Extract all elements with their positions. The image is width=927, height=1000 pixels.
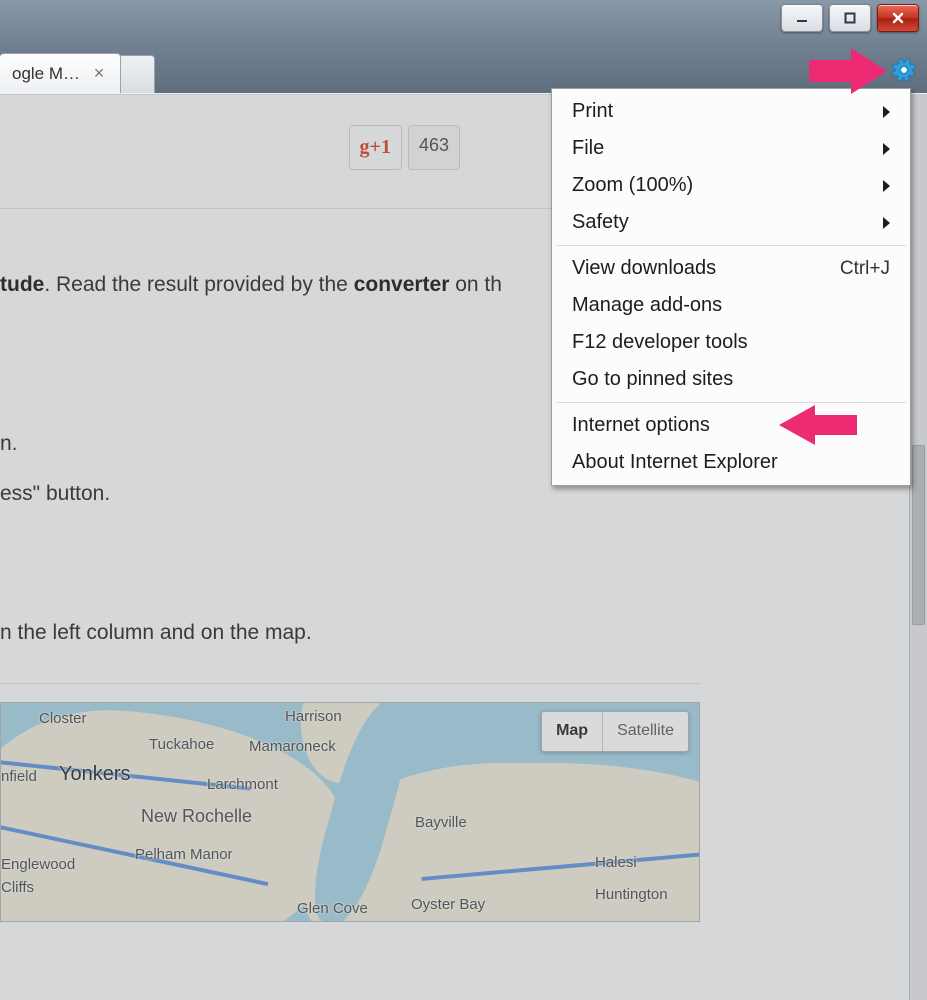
- map-label: Glen Cove: [297, 897, 368, 920]
- new-tab-button[interactable]: [121, 55, 155, 93]
- map-label: Pelham Manor: [135, 843, 233, 866]
- map-label: New Rochelle: [141, 803, 252, 831]
- divider: [0, 683, 700, 684]
- menu-item-shortcut: Ctrl+J: [840, 258, 890, 280]
- menu-item-label: Go to pinned sites: [572, 368, 733, 391]
- annotation-arrow-options: [779, 405, 857, 450]
- menu-item-label: Safety: [572, 211, 629, 234]
- chevron-right-icon: [883, 180, 890, 192]
- tab-title: ogle M…: [12, 64, 80, 84]
- chevron-right-icon: [883, 143, 890, 155]
- menu-pinned-sites[interactable]: Go to pinned sites: [554, 361, 908, 398]
- map-label: Larchmont: [207, 773, 278, 796]
- embedded-map[interactable]: Closter Harrison Tuckahoe Mamaroneck Yon…: [0, 702, 700, 922]
- map-label: Englewood Cliffs: [1, 853, 75, 900]
- map-type-control: Map Satellite: [541, 711, 689, 752]
- bold-fragment: converter: [354, 273, 450, 296]
- map-type-map[interactable]: Map: [542, 712, 602, 751]
- menu-item-label: Print: [572, 100, 613, 123]
- map-type-satellite[interactable]: Satellite: [602, 712, 688, 751]
- menu-item-label: About Internet Explorer: [572, 451, 778, 474]
- chevron-right-icon: [883, 106, 890, 118]
- map-label: Halesi: [595, 851, 637, 874]
- map-label: Harrison: [285, 705, 342, 728]
- menu-file[interactable]: File: [554, 130, 908, 167]
- menu-item-label: Manage add-ons: [572, 294, 722, 317]
- chevron-right-icon: [883, 217, 890, 229]
- tab-close-icon[interactable]: ×: [90, 63, 108, 84]
- annotation-arrow-gear: [809, 48, 887, 99]
- bold-fragment: tude: [0, 273, 44, 296]
- menu-zoom[interactable]: Zoom (100%): [554, 167, 908, 204]
- browser-tab[interactable]: ogle M… ×: [0, 53, 121, 93]
- tools-menu: Print File Zoom (100%) Safety View downl…: [551, 88, 911, 486]
- map-label: nfield: [1, 765, 37, 788]
- gplus-button[interactable]: g+1: [349, 125, 402, 170]
- map-label: Oyster Bay: [411, 893, 485, 916]
- menu-item-label: File: [572, 137, 604, 160]
- tab-bar: ogle M… ×: [0, 49, 927, 93]
- map-label: Closter: [39, 707, 87, 730]
- gplus-widget: g+1 463: [0, 125, 460, 170]
- menu-manage-addons[interactable]: Manage add-ons: [554, 287, 908, 324]
- scrollbar-thumb[interactable]: [912, 445, 925, 625]
- gplus-count: 463: [408, 125, 460, 170]
- menu-item-label: View downloads: [572, 257, 716, 280]
- maximize-button[interactable]: [829, 4, 871, 32]
- vertical-scrollbar[interactable]: [909, 95, 927, 1000]
- minimize-button[interactable]: [781, 4, 823, 32]
- menu-separator: [556, 245, 906, 246]
- menu-f12-devtools[interactable]: F12 developer tools: [554, 324, 908, 361]
- menu-view-downloads[interactable]: View downloads Ctrl+J: [554, 250, 908, 287]
- close-button[interactable]: [877, 4, 919, 32]
- body-text-3: n the left column and on the map.: [0, 617, 720, 650]
- window-titlebar: ogle M… ×: [0, 0, 927, 50]
- window-controls: [781, 4, 919, 32]
- map-label: Yonkers: [59, 759, 131, 790]
- menu-item-label: Zoom (100%): [572, 174, 693, 197]
- menu-item-label: F12 developer tools: [572, 331, 748, 354]
- tools-gear-icon[interactable]: [889, 55, 919, 85]
- menu-safety[interactable]: Safety: [554, 204, 908, 241]
- map-label: Mamaroneck: [249, 735, 336, 758]
- menu-item-label: Internet options: [572, 414, 710, 437]
- map-label: Huntington: [595, 883, 668, 906]
- map-label: Tuckahoe: [149, 733, 214, 756]
- menu-separator: [556, 402, 906, 403]
- map-label: Bayville: [415, 811, 467, 834]
